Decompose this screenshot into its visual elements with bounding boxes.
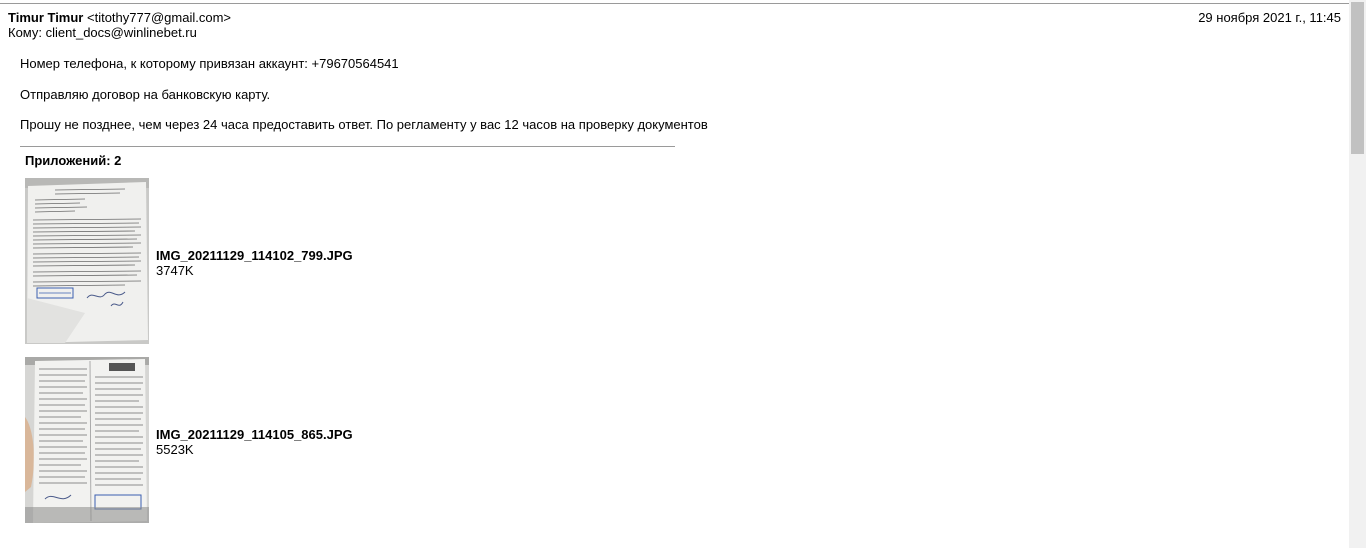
attachment-meta: IMG_20211129_114102_799.JPG 3747K [156, 248, 353, 278]
attachments-count: Приложений: 2 [25, 153, 122, 168]
body-paragraph-contract: Отправляю договор на банковскую карту. [20, 87, 271, 102]
attachments-divider [20, 146, 675, 147]
body-paragraph-request: Прошу не позднее, чем через 24 часа пред… [20, 117, 708, 132]
sender-line: Timur Timur <titothy777@gmail.com> [8, 10, 231, 25]
attachment-meta: IMG_20211129_114105_865.JPG 5523K [156, 427, 353, 457]
body-paragraph-phone: Номер телефона, к которому привязан акка… [20, 56, 399, 71]
recipient-address[interactable]: client_docs@winlinebet.ru [46, 25, 197, 40]
recipient-label: Кому: [8, 25, 42, 40]
attachment-thumbnail[interactable] [25, 357, 149, 523]
scrollbar-thumb[interactable] [1351, 2, 1364, 154]
attachment-size: 5523K [156, 442, 194, 457]
vertical-scrollbar[interactable] [1349, 0, 1366, 548]
sender-email[interactable]: <titothy777@gmail.com> [87, 10, 231, 25]
message-date: 29 ноября 2021 г., 11:45 [1198, 10, 1341, 25]
sender-name: Timur Timur [8, 10, 84, 25]
attachment-item[interactable]: IMG_20211129_114102_799.JPG 3747K [25, 178, 625, 344]
recipient-line: Кому: client_docs@winlinebet.ru [8, 25, 197, 40]
attachment-size: 3747K [156, 263, 194, 278]
header-divider [0, 3, 1350, 4]
attachment-filename[interactable]: IMG_20211129_114102_799.JPG [156, 248, 353, 263]
attachment-item[interactable]: IMG_20211129_114105_865.JPG 5523K [25, 357, 625, 523]
attachment-filename[interactable]: IMG_20211129_114105_865.JPG [156, 427, 353, 442]
attachment-thumbnail[interactable] [25, 178, 149, 344]
